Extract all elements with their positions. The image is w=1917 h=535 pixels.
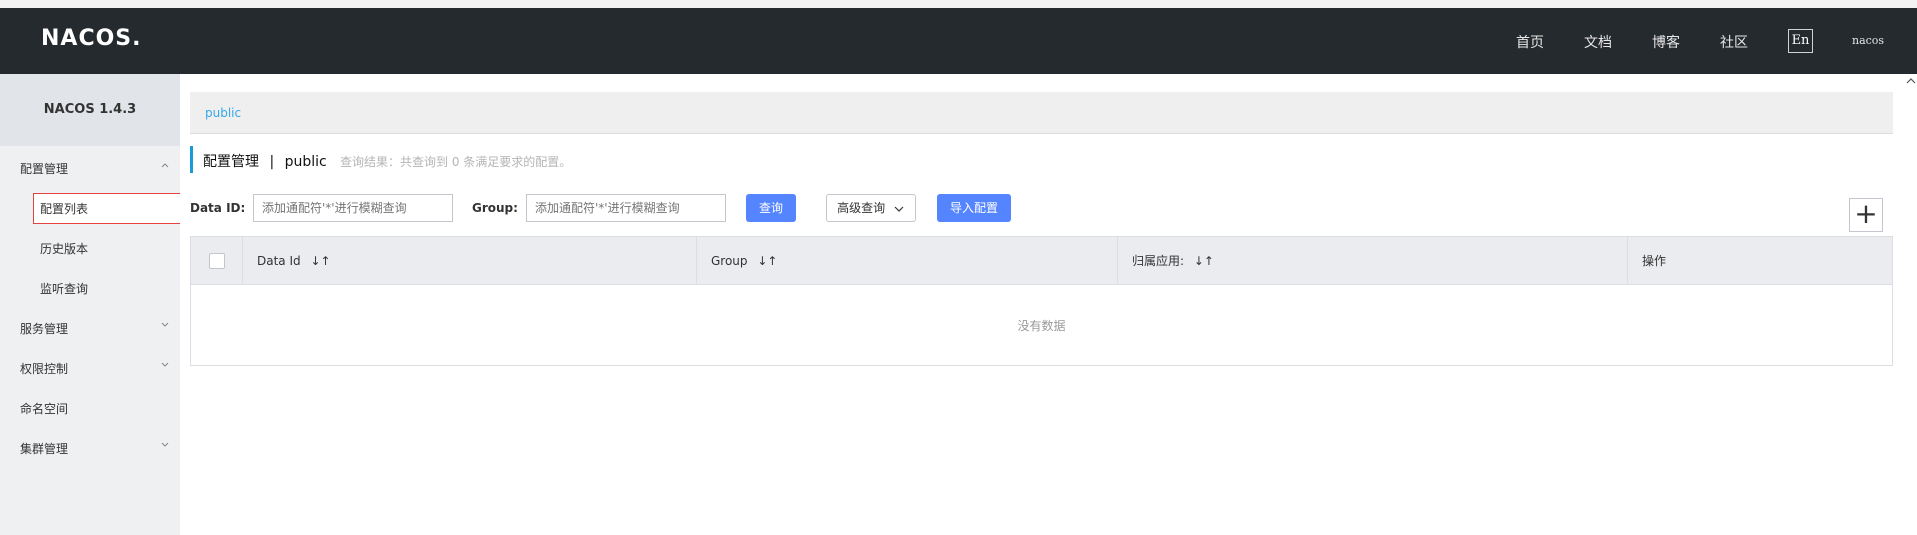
chevron-down-icon[interactable] (160, 359, 170, 369)
query-result-text: 查询结果：共查询到 0 条满足要求的配置。 (340, 155, 572, 169)
sort-icon[interactable]: ↓↑ (757, 237, 777, 285)
sidebar-item-history-version[interactable]: 历史版本 (40, 240, 88, 257)
sort-icon[interactable]: ↓↑ (1194, 237, 1214, 285)
add-config-button[interactable]: + (1849, 198, 1883, 232)
sidebar-item-service-management[interactable]: 服务管理 (20, 320, 68, 337)
config-table: Data Id ↓↑ Group ↓↑ 归属应用: ↓↑ 操作 没有数据 (190, 236, 1893, 366)
column-header-data-id[interactable]: Data Id ↓↑ (242, 237, 696, 285)
sidebar: NACOS 1.4.3 配置管理 配置列表 历史版本 监听查询 服务管理 权限控… (0, 74, 184, 535)
page-title-separator: | (269, 154, 275, 170)
nav-community[interactable]: 社区 (1720, 32, 1748, 52)
group-label: Group: (472, 201, 518, 215)
title-accent-bar (190, 146, 193, 173)
data-id-input[interactable] (253, 194, 453, 222)
advanced-query-button[interactable]: 高级查询 (826, 194, 916, 222)
column-label-group: Group (711, 254, 748, 268)
sidebar-item-namespace[interactable]: 命名空间 (20, 400, 68, 417)
advanced-query-label: 高级查询 (837, 201, 886, 215)
query-button[interactable]: 查询 (746, 194, 796, 222)
import-config-button[interactable]: 导入配置 (937, 194, 1011, 222)
chevron-down-icon[interactable] (160, 439, 170, 449)
chevron-up-icon[interactable] (160, 160, 170, 170)
column-header-group[interactable]: Group ↓↑ (696, 237, 1117, 285)
column-label-actions: 操作 (1642, 254, 1667, 268)
sidebar-item-listen-query[interactable]: 监听查询 (40, 280, 88, 297)
nacos-logo[interactable]: NACOS. (41, 26, 142, 51)
sidebar-item-config-list[interactable]: 配置列表 (40, 200, 88, 217)
column-header-app[interactable]: 归属应用: ↓↑ (1117, 237, 1627, 285)
select-all-checkbox[interactable] (209, 253, 225, 269)
column-label-data-id: Data Id (257, 254, 301, 268)
column-header-actions: 操作 (1627, 237, 1892, 285)
data-id-label: Data ID: (190, 201, 246, 215)
version-title: NACOS 1.4.3 (0, 74, 180, 146)
top-header: NACOS. 首页 文档 博客 社区 En nacos (0, 8, 1917, 74)
chevron-down-icon[interactable] (160, 319, 170, 329)
column-label-app: 归属应用: (1132, 254, 1185, 268)
sidebar-item-permission-control[interactable]: 权限控制 (20, 360, 68, 377)
sidebar-item-config-management[interactable]: 配置管理 (20, 160, 68, 177)
namespace-link-public[interactable]: public (205, 106, 241, 120)
page-title-prefix: 配置管理 (203, 154, 259, 170)
scrollbar-up-arrow-icon[interactable] (1905, 76, 1917, 86)
nav-blog[interactable]: 博客 (1652, 32, 1680, 52)
empty-table-message: 没有数据 (1017, 319, 1066, 333)
sidebar-item-cluster-management[interactable]: 集群管理 (20, 440, 68, 457)
group-input[interactable] (526, 194, 726, 222)
user-name[interactable]: nacos (1852, 34, 1884, 47)
namespace-bar: public (190, 92, 1893, 134)
nav-docs[interactable]: 文档 (1584, 32, 1612, 52)
sort-icon[interactable]: ↓↑ (310, 237, 330, 285)
page-title: 配置管理 | public (203, 151, 327, 171)
nav-home[interactable]: 首页 (1516, 32, 1544, 52)
language-toggle-button[interactable]: En (1788, 29, 1813, 53)
plus-icon: + (1854, 197, 1878, 230)
page-title-namespace: public (284, 154, 327, 170)
chevron-down-icon (894, 206, 904, 212)
table-header: Data Id ↓↑ Group ↓↑ 归属应用: ↓↑ 操作 (191, 237, 1892, 285)
browser-top-strip (0, 0, 1917, 8)
